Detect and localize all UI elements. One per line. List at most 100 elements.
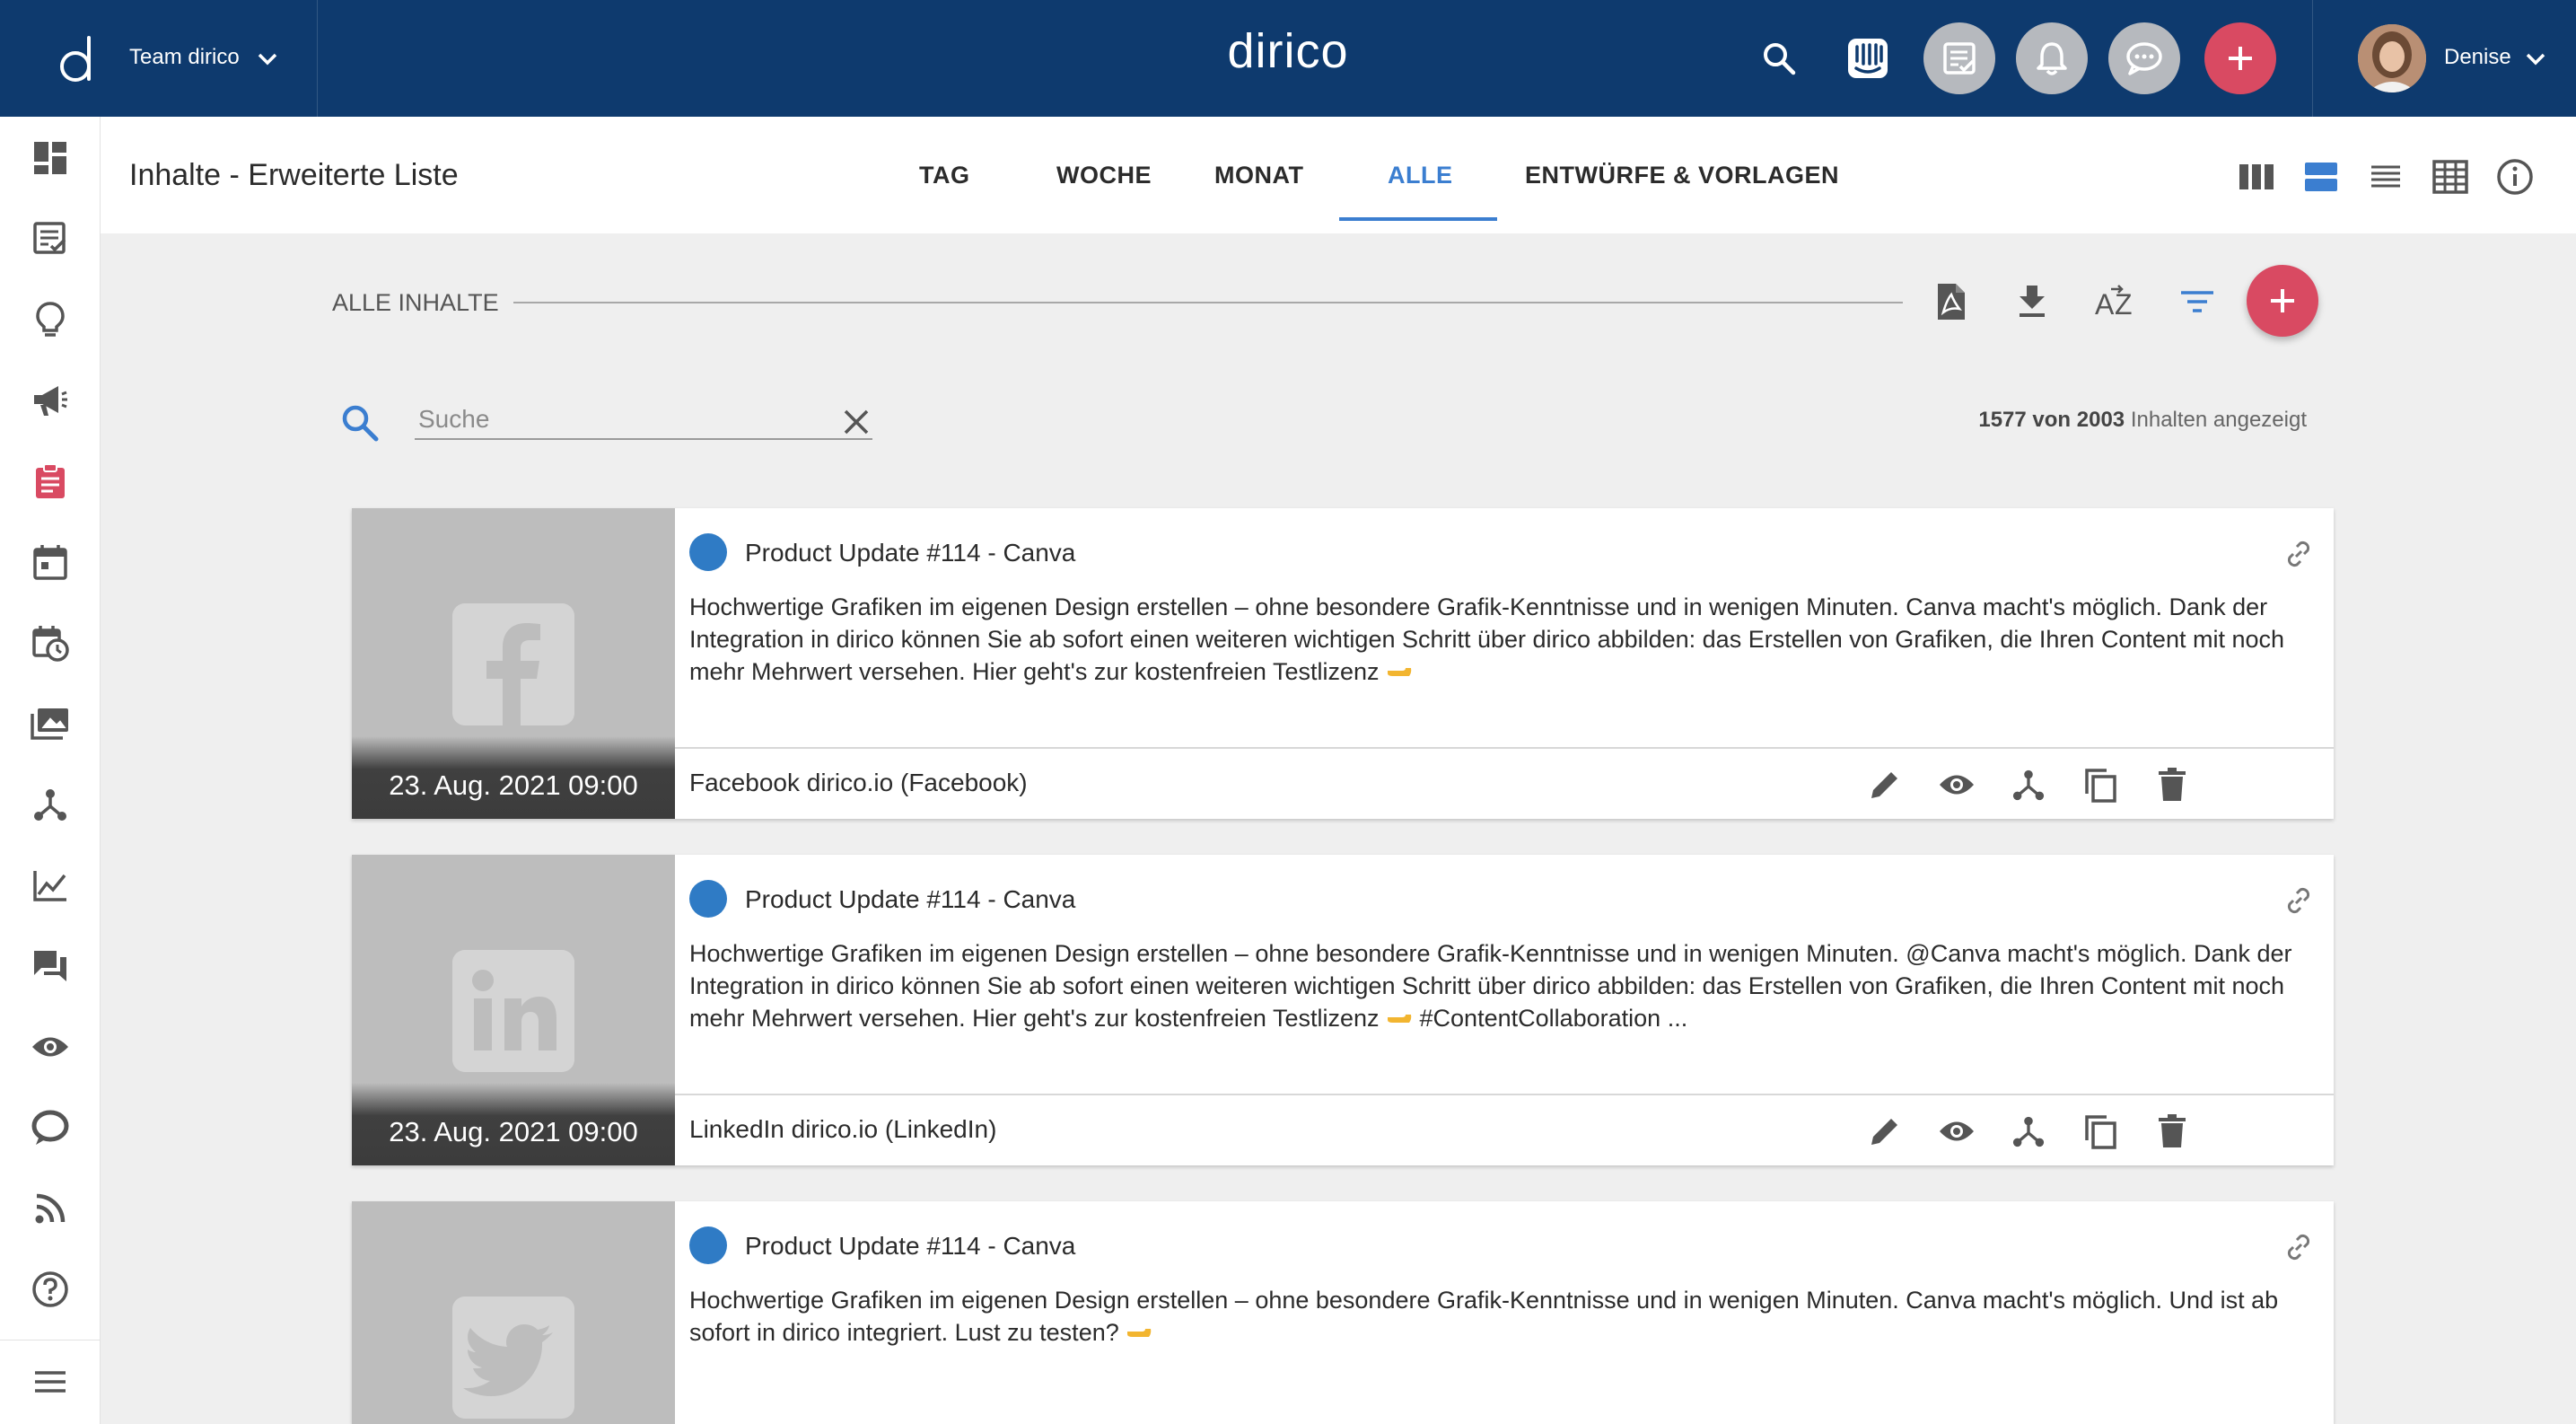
svg-text:A: A <box>2095 288 2115 320</box>
sidebar <box>0 117 101 1424</box>
sidebar-item-schedule[interactable] <box>25 618 75 668</box>
preview-button[interactable] <box>1937 1112 1976 1151</box>
sidebar-item-review[interactable] <box>25 1022 75 1072</box>
filter-icon <box>2181 291 2213 312</box>
team-switcher[interactable]: Team dirico <box>0 0 318 117</box>
trash-icon <box>2159 768 2186 801</box>
duplicate-button[interactable] <box>2081 765 2120 804</box>
channel-label: LinkedIn dirico.io (LinkedIn) <box>689 1115 997 1143</box>
sidebar-item-media[interactable] <box>25 699 75 749</box>
sort-az-button[interactable]: AZ <box>2093 280 2136 323</box>
media-library-icon <box>31 708 68 740</box>
content-card[interactable]: 23. Aug. 2021 09:00 Product Update #114 … <box>352 508 2334 819</box>
view-list-button[interactable] <box>2366 157 2405 197</box>
sidebar-item-network[interactable] <box>25 779 75 830</box>
view-table-button[interactable] <box>2431 157 2470 197</box>
pointing-hand-icon <box>1388 668 1412 676</box>
search-input[interactable] <box>415 400 872 440</box>
card-footer: Facebook dirico.io (Facebook) <box>675 747 2334 817</box>
bell-icon <box>2037 42 2067 75</box>
link-icon[interactable] <box>2282 883 2316 918</box>
tab-woche[interactable]: WOCHE <box>1056 162 1152 189</box>
tasks-icon <box>1943 42 1976 75</box>
sidebar-item-analytics[interactable] <box>25 860 75 910</box>
eye-icon <box>1940 775 1974 795</box>
edit-button[interactable] <box>1865 1112 1905 1151</box>
info-button[interactable] <box>2495 157 2535 197</box>
filter-button[interactable] <box>2176 280 2219 323</box>
clear-search-icon[interactable] <box>838 404 874 440</box>
pencil-icon <box>1871 1119 1897 1145</box>
edit-button[interactable] <box>1865 765 1905 804</box>
chat-bubble-icon <box>2126 42 2162 75</box>
content-card[interactable]: Product Update #114 - Canva Hochwertige … <box>352 1201 2334 1424</box>
messages-button[interactable] <box>2108 22 2180 94</box>
export-pdf-button[interactable] <box>1930 280 1973 323</box>
dashboard-icon <box>34 142 66 174</box>
card-text: Hochwertige Grafiken im eigenen Design e… <box>689 593 2285 685</box>
sidebar-item-ideas[interactable] <box>25 294 75 345</box>
download-button[interactable] <box>2011 280 2054 323</box>
sidebar-item-contents[interactable] <box>25 456 75 506</box>
delete-button[interactable] <box>2152 765 2192 804</box>
preview-button[interactable] <box>1937 765 1976 804</box>
sidebar-item-campaigns[interactable] <box>25 375 75 426</box>
card-thumbnail <box>352 1201 675 1424</box>
card-title[interactable]: Product Update #114 - Canva <box>745 539 1075 567</box>
pointing-hand-icon <box>1388 1015 1412 1023</box>
plus-icon <box>2271 289 2294 312</box>
card-title[interactable]: Product Update #114 - Canva <box>745 885 1075 914</box>
calendar-clock-icon <box>32 626 69 662</box>
tab-monat[interactable]: MONAT <box>1214 162 1303 189</box>
pencil-icon <box>1871 772 1897 798</box>
plus-icon <box>2229 47 2252 70</box>
sidebar-item-dashboard[interactable] <box>25 133 75 183</box>
delete-button[interactable] <box>2152 1112 2192 1151</box>
sidebar-item-calendar[interactable] <box>25 537 75 587</box>
tab-alle[interactable]: ALLE <box>1388 162 1453 189</box>
comment-icon <box>31 1110 69 1145</box>
sidebar-menu-toggle[interactable] <box>25 1357 75 1407</box>
card-title[interactable]: Product Update #114 - Canva <box>745 1232 1075 1261</box>
user-menu[interactable]: Denise <box>2312 0 2576 117</box>
sidebar-item-help[interactable] <box>25 1264 75 1314</box>
sidebar-item-comments[interactable] <box>25 1103 75 1153</box>
content-card[interactable]: 23. Aug. 2021 09:00 Product Update #114 … <box>352 855 2334 1165</box>
view-columns-button[interactable] <box>2237 157 2276 197</box>
network-icon <box>2012 769 2045 801</box>
menu-icon <box>35 1371 66 1393</box>
notifications-button[interactable] <box>2016 22 2088 94</box>
link-icon[interactable] <box>2282 537 2316 571</box>
chevron-down-icon <box>258 53 277 66</box>
chat-icon <box>34 951 66 981</box>
distribute-button[interactable] <box>2009 765 2048 804</box>
tab-entwuerfe-vorlagen[interactable]: ENTWÜRFE & VORLAGEN <box>1525 162 1839 189</box>
eye-icon <box>1940 1121 1974 1141</box>
rss-icon <box>35 1193 66 1224</box>
link-icon[interactable] <box>2282 1230 2316 1264</box>
sidebar-item-tasks[interactable] <box>25 214 75 264</box>
sidebar-item-discussions[interactable] <box>25 941 75 991</box>
dirico-logo-icon <box>60 36 91 82</box>
megaphone-icon <box>34 386 67 416</box>
status-indicator <box>689 533 727 571</box>
clipboard-icon <box>36 463 65 498</box>
lightbulb-icon <box>36 302 65 337</box>
search-icon[interactable] <box>1759 39 1799 78</box>
intercom-icon[interactable] <box>1845 36 1890 81</box>
sub-header: Inhalte - Erweiterte Liste TAG WOCHE MON… <box>101 117 2576 233</box>
tasks-button[interactable] <box>1923 22 1995 94</box>
duplicate-button[interactable] <box>2081 1112 2120 1151</box>
active-tab-indicator <box>1339 217 1497 221</box>
view-cards-button[interactable] <box>2301 157 2341 197</box>
sidebar-item-feeds[interactable] <box>25 1183 75 1234</box>
sidebar-footer <box>0 1340 101 1424</box>
card-thumbnail: 23. Aug. 2021 09:00 <box>352 508 675 819</box>
distribute-button[interactable] <box>2009 1112 2048 1151</box>
add-content-button[interactable] <box>2247 265 2318 337</box>
tab-tag[interactable]: TAG <box>919 162 970 189</box>
create-button[interactable] <box>2204 22 2276 94</box>
copy-icon <box>2085 1115 2116 1149</box>
tasks-icon <box>33 222 66 254</box>
section-divider <box>513 302 1903 303</box>
